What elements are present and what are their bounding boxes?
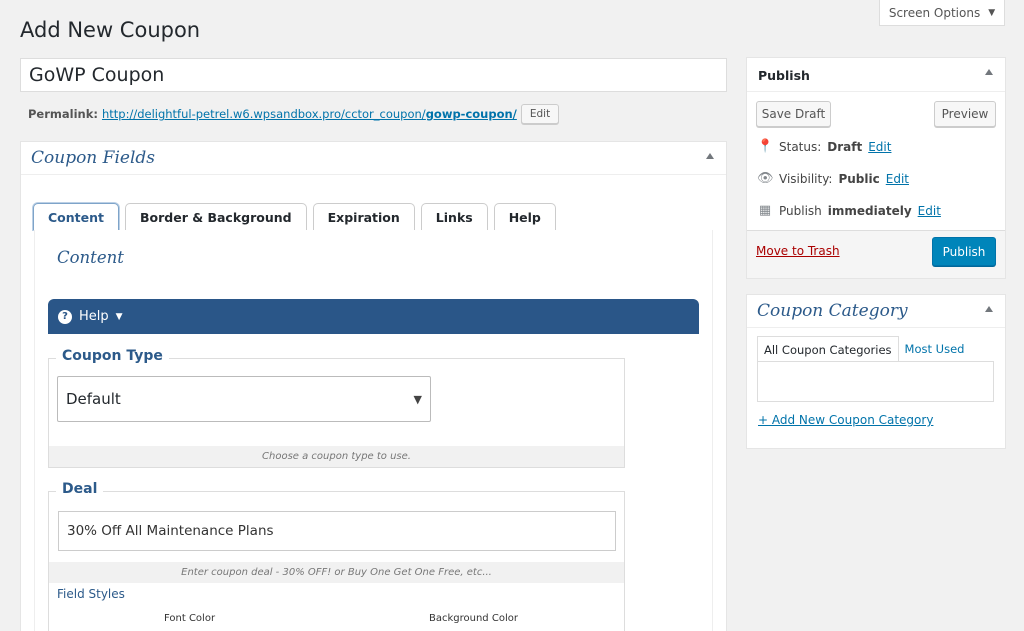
publish-title: Publish [758, 68, 810, 83]
question-icon: ? [58, 309, 72, 324]
background-color-label: Background Color [429, 613, 518, 624]
status-edit-link[interactable]: Edit [868, 140, 891, 154]
font-color-label: Font Color [164, 613, 216, 624]
publish-time-edit-link[interactable]: Edit [918, 204, 941, 218]
permalink-link[interactable]: http://delightful-petrel.w6.wpsandbox.pr… [102, 107, 517, 121]
deal-help: Enter coupon deal - 30% OFF! or Buy One … [49, 562, 624, 583]
pin-icon: 📍 [757, 139, 774, 154]
help-label: Help [79, 309, 109, 324]
category-list[interactable] [757, 361, 994, 402]
field-styles-toggle[interactable]: Field Styles [57, 587, 125, 601]
tab-content[interactable]: Content [33, 203, 119, 230]
deal-input[interactable]: 30% Off All Maintenance Plans [58, 511, 616, 551]
preview-button[interactable]: Preview [934, 101, 996, 127]
visibility-value: Public [838, 171, 880, 186]
permalink-base: http://delightful-petrel.w6.wpsandbox.pr… [101, 107, 426, 121]
coupon-tabs: Content Border & Background Expiration L… [33, 203, 556, 230]
coupon-type-legend: Coupon Type [56, 348, 169, 364]
coupon-type-value: Default [66, 390, 121, 408]
tab-border-background[interactable]: Border & Background [125, 203, 307, 230]
page-title: Add New Coupon [20, 18, 201, 42]
permalink-slug: gowp-coupon/ [425, 107, 517, 121]
status-value: Draft [827, 139, 863, 154]
collapse-arrow-icon[interactable] [985, 306, 993, 312]
publish-time-label: Publish [779, 203, 822, 218]
coupon-fields-title: Coupon Fields [31, 148, 155, 168]
category-tabs: All Coupon Categories Most Used [757, 336, 970, 364]
visibility-row: 👁 Visibility: Public Edit [757, 171, 909, 186]
status-label: Status: [779, 139, 822, 154]
publish-header[interactable]: Publish [747, 58, 1005, 92]
tab-most-used[interactable]: Most Used [899, 336, 971, 364]
screen-options-button[interactable]: Screen Options ▼ [879, 0, 1005, 26]
publish-button[interactable]: Publish [932, 237, 996, 266]
deal-legend: Deal [56, 481, 104, 497]
visibility-label: Visibility: [779, 171, 833, 186]
caret-down-icon: ▼ [988, 7, 996, 18]
publish-time-row: ▦ Publish immediately Edit [757, 203, 941, 218]
coupon-category-title: Coupon Category [757, 301, 908, 321]
collapse-arrow-icon[interactable] [985, 69, 993, 75]
permalink-row: Permalink: http://delightful-petrel.w6.w… [28, 104, 560, 124]
tab-links[interactable]: Links [420, 203, 488, 230]
coupon-type-select[interactable]: Default ▼ [57, 376, 431, 422]
permalink-label: Permalink: [28, 107, 98, 121]
publish-time-value: immediately [827, 203, 912, 218]
status-row: 📍 Status: Draft Edit [757, 139, 891, 154]
collapse-arrow-icon[interactable] [706, 153, 714, 159]
permalink-edit-button[interactable]: Edit [520, 104, 560, 124]
calendar-icon: ▦ [758, 203, 772, 218]
visibility-edit-link[interactable]: Edit [886, 172, 909, 186]
content-heading: Content [57, 248, 124, 267]
caret-down-icon: ▼ [115, 311, 123, 322]
coupon-category-header[interactable]: Coupon Category [747, 295, 1005, 328]
tab-expiration[interactable]: Expiration [312, 203, 415, 230]
help-toggle-bar[interactable]: ? Help ▼ [48, 299, 699, 334]
move-to-trash-link[interactable]: Move to Trash [756, 244, 840, 258]
add-new-category-link[interactable]: + Add New Coupon Category [758, 413, 933, 427]
dropdown-arrow-icon: ▼ [413, 392, 422, 406]
eye-icon: 👁 [757, 171, 774, 186]
tab-help[interactable]: Help [493, 203, 556, 230]
screen-options-label: Screen Options [888, 5, 981, 20]
coupon-type-help: Choose a coupon type to use. [49, 446, 624, 467]
save-draft-button[interactable]: Save Draft [756, 101, 831, 127]
tab-all-categories[interactable]: All Coupon Categories [757, 336, 899, 364]
post-title-input[interactable]: GoWP Coupon [20, 58, 727, 92]
coupon-fields-header[interactable]: Coupon Fields [21, 142, 726, 175]
